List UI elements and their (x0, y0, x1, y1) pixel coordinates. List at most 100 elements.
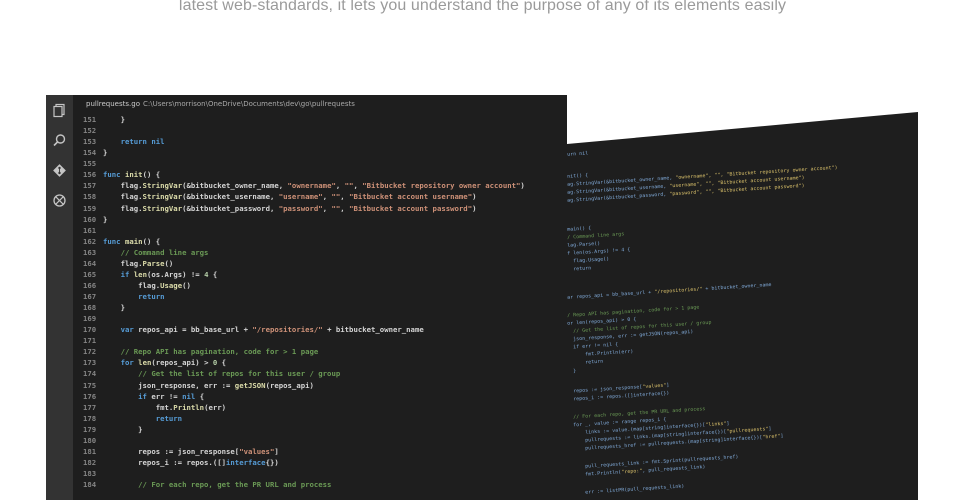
code-token: } (103, 148, 108, 158)
panel-code-line: urn nil (567, 151, 588, 158)
extensions-icon[interactable] (52, 193, 67, 208)
code-line: 177 fmt.Println(err) (73, 402, 567, 413)
panel-code-line: f len(os.Args) != 4 { (567, 247, 630, 257)
panel-code-token: } (567, 368, 577, 375)
line-number: 167 (83, 292, 97, 301)
code-token: () { (142, 170, 161, 180)
code-token: { (208, 269, 218, 279)
code-token: // For each repo, get the PR URL and pro… (103, 480, 332, 490)
panel-code-token: / Command line args (567, 231, 625, 241)
code-area[interactable]: 151 } 152 153 return nil 154} 155 156 func ini… (73, 114, 567, 500)
panel-code-line: return (567, 359, 603, 367)
code-line: 166 flag.Usage() (73, 280, 567, 291)
code-token: {}) (265, 457, 279, 467)
code-token: (&bitbucket_username, (182, 192, 279, 202)
panel-code-token: f len(os.Args) != 4 { (567, 247, 631, 257)
code-line: 176 if err != nil { (73, 391, 567, 402)
code-token: flag. (103, 181, 143, 191)
code-line: 167 return (73, 291, 567, 302)
code-line: 168 } (73, 302, 567, 313)
code-token: // Repo API has pagination, code for > 1… (103, 347, 319, 357)
panel-code-line: lag.Parse() (567, 241, 600, 249)
code-token: // Command line args (103, 247, 209, 257)
code-line: 183 (73, 468, 567, 479)
panel-code-line: / Command line args (567, 231, 624, 240)
panel-code-token: ] (768, 426, 772, 433)
panel-code-token: return (567, 358, 604, 367)
code-token: flag. (103, 203, 143, 213)
panel-code-token: "links" (705, 420, 727, 428)
line-number: 180 (83, 435, 97, 445)
code-token: err != (146, 391, 183, 401)
file-name[interactable]: pullrequests.go (86, 100, 140, 108)
git-icon[interactable] (52, 163, 67, 178)
panel-code-line: ar repos_api = bb_base_url + "/repositor… (567, 282, 772, 301)
code-token: nil (182, 391, 196, 401)
code-token: flag. (103, 192, 143, 202)
code-token: , (335, 181, 345, 191)
code-token: main (124, 236, 143, 246)
panel-code-line: main() { (567, 225, 591, 232)
code-token: , (340, 203, 350, 213)
code-token: (&bitbucket_password, (182, 203, 279, 213)
line-number: 157 (83, 181, 97, 191)
code-token: nil (151, 137, 165, 147)
code-token: "Bitbucket repository owner account" (362, 181, 521, 191)
code-token: return (120, 137, 147, 147)
code-token: (repos_api) > (151, 358, 213, 368)
line-number: 177 (83, 402, 97, 412)
line-number: 175 (83, 380, 97, 390)
panel-code-token: ] (666, 382, 670, 389)
code-token: ) (472, 203, 477, 213)
code-token: } (103, 303, 125, 313)
panel-code-line: err := listPR(pull_requests_link) (567, 484, 685, 497)
files-icon[interactable] (52, 103, 67, 118)
code-line: 165 if len(os.Args) != 4 { (73, 269, 567, 280)
code-line: 175 json_response, err := getJSON(repos_… (73, 380, 567, 391)
panel-code-token: fmt.Println(err) (567, 348, 634, 359)
skewed-code-panel: urn nil nit() {ag.StringVar(&bitbucket_ow… (567, 112, 918, 500)
code-token: () { (142, 236, 161, 246)
code-token: "" (331, 192, 341, 202)
panel-code-token: urn nil (567, 150, 589, 158)
line-number: 161 (83, 225, 97, 235)
code-token: repos_api = bb_base_url + (133, 325, 253, 335)
panel-code-token: return (567, 265, 592, 273)
code-token: fmt. (103, 402, 174, 412)
panel-code-line: return (567, 265, 591, 272)
code-token: func (103, 236, 121, 246)
panel-code-token: flag.Usage() (567, 256, 610, 265)
code-token: "Bitbucket account username" (349, 192, 473, 202)
code-token: StringVar (142, 203, 183, 213)
line-number: 155 (83, 159, 97, 169)
panel-code-token: "href" (762, 433, 781, 441)
activity-bar (46, 95, 73, 500)
code-token: } (103, 115, 125, 124)
code-token: "ownername" (287, 181, 336, 191)
code-token: } (103, 214, 108, 224)
code-token: (repos_api) (265, 380, 314, 390)
line-number: 179 (83, 424, 97, 434)
line-number: 176 (83, 391, 97, 401)
line-number: 154 (83, 148, 97, 158)
code-line: 161 (73, 225, 567, 236)
search-icon[interactable] (52, 133, 67, 148)
panel-code-token: + bitbucket_owner_name (702, 282, 772, 293)
code-token: ) (472, 192, 477, 202)
panel-code-token: "/repositories/" (654, 286, 703, 296)
code-line: 159 flag.StringVar(&bitbucket_password, … (73, 203, 567, 214)
code-token: "values" (239, 446, 275, 456)
code-token: for (120, 358, 134, 368)
code-token: () (182, 280, 191, 290)
code-line: 160} (73, 214, 567, 225)
code-token: StringVar (142, 181, 183, 191)
code-token: getJSON (234, 380, 266, 390)
intro-text: latest web-standards, it lets you unders… (178, 0, 787, 14)
code-line: 164 flag.Parse() (73, 258, 567, 269)
code-line: 151 } (73, 114, 567, 125)
line-number: 171 (83, 336, 97, 346)
